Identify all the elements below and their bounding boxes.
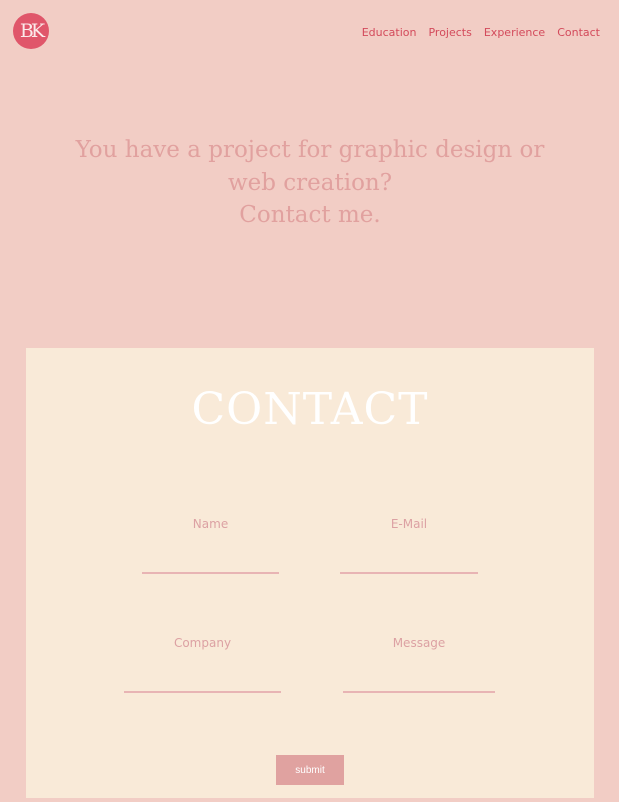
nav-item-contact[interactable]: Contact xyxy=(557,26,600,40)
hero-line-3: Contact me. xyxy=(239,202,381,228)
nav-item-education[interactable]: Education xyxy=(362,26,417,40)
email-label: E-Mail xyxy=(390,517,428,531)
company-input[interactable] xyxy=(124,669,281,693)
company-label: Company xyxy=(173,636,232,650)
logo[interactable]: BK xyxy=(13,13,49,49)
main-nav: Education Projects Experience Contact xyxy=(362,26,600,40)
hero-heading: You have a project for graphic design or… xyxy=(60,134,560,232)
email-input[interactable] xyxy=(340,550,478,574)
message-field-group: Message xyxy=(343,635,495,693)
submit-button[interactable]: submit xyxy=(276,755,344,785)
contact-card: CONTACT Name E-Mail Company Message subm… xyxy=(26,348,594,798)
name-field-group: Name xyxy=(142,516,279,574)
nav-item-projects[interactable]: Projects xyxy=(428,26,471,40)
name-label: Name xyxy=(192,517,229,531)
hero-line-1: You have a project for graphic design or xyxy=(75,137,545,163)
name-input[interactable] xyxy=(142,550,279,574)
message-label: Message xyxy=(392,636,446,650)
contact-title: CONTACT xyxy=(191,384,429,435)
nav-item-experience[interactable]: Experience xyxy=(484,26,545,40)
email-field-group: E-Mail xyxy=(340,516,478,574)
hero-line-2: web creation? xyxy=(227,169,393,196)
message-input[interactable] xyxy=(343,669,495,693)
logo-text: BK xyxy=(19,20,45,42)
company-field-group: Company xyxy=(124,635,281,693)
